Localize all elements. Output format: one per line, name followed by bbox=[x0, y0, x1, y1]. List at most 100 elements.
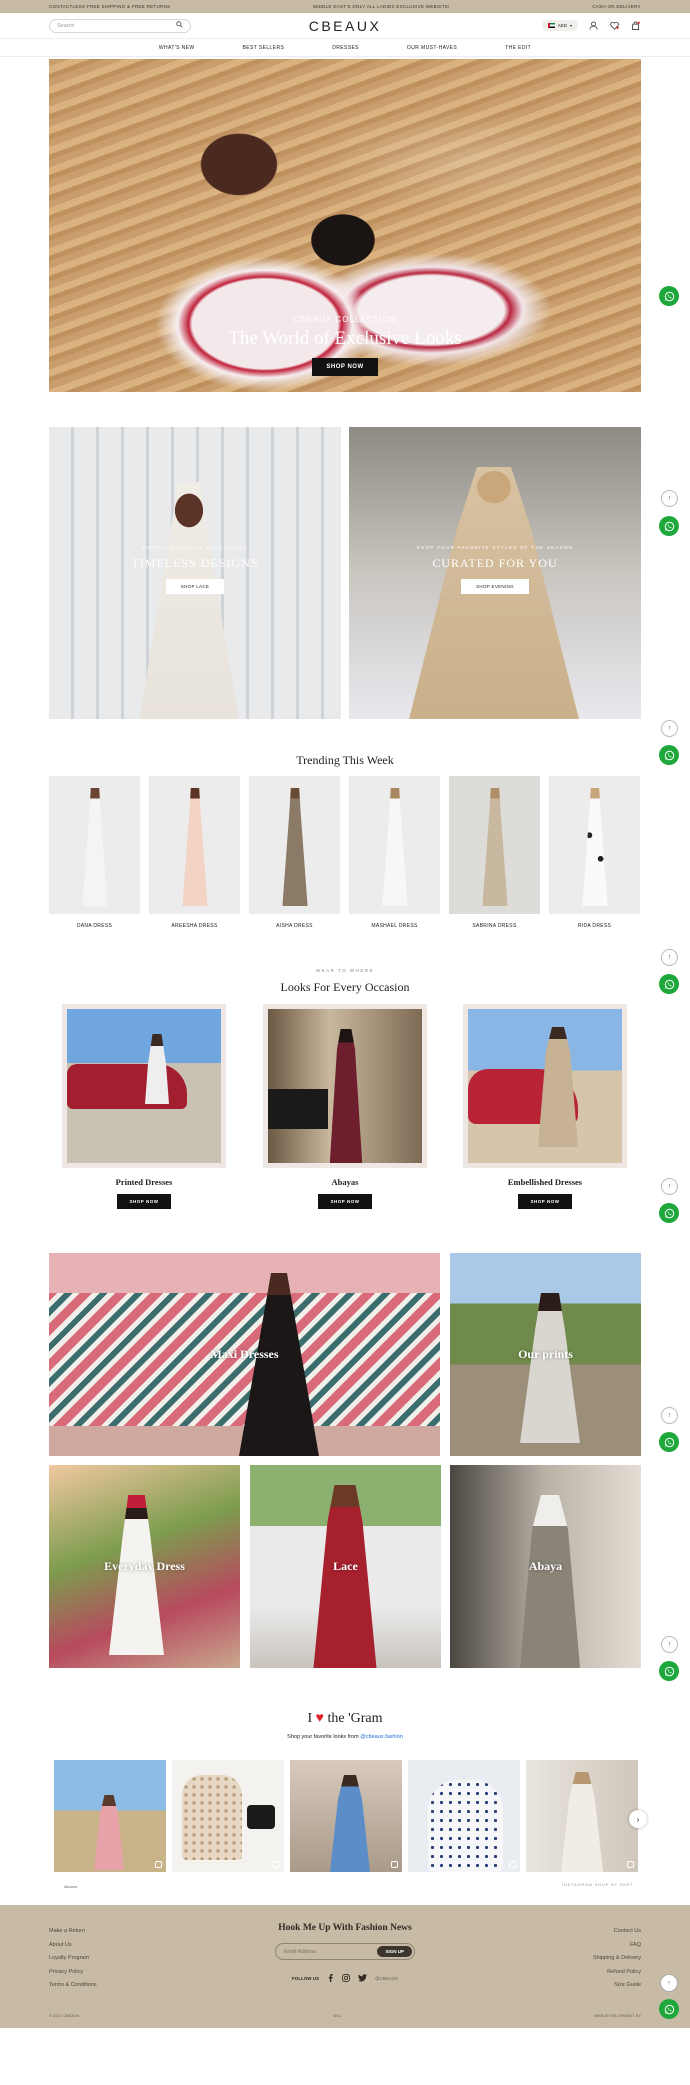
occasion-image[interactable] bbox=[67, 1009, 221, 1163]
user-icon[interactable] bbox=[588, 20, 599, 31]
bag-icon[interactable] bbox=[630, 20, 641, 31]
product-card[interactable]: SABRINA DRESS bbox=[449, 776, 540, 929]
hero-shop-now-button[interactable]: SHOP NOW bbox=[312, 358, 378, 376]
gram-title: I ♥ the 'Gram bbox=[0, 1711, 690, 1727]
occasion-name: Embellished Dresses bbox=[507, 1177, 583, 1187]
logo[interactable]: CBEAUX bbox=[309, 18, 382, 34]
product-image[interactable] bbox=[249, 776, 340, 914]
product-card[interactable]: RIDA DRESS bbox=[549, 776, 640, 929]
shop-now-button[interactable]: SHOP NOW bbox=[517, 1194, 573, 1209]
footer-middle: SKU bbox=[332, 2013, 341, 2018]
nav-item-best-sellers[interactable]: BEST SELLERS bbox=[243, 45, 285, 51]
category-label: Our prints bbox=[518, 1347, 573, 1361]
whatsapp-button[interactable] bbox=[659, 745, 679, 765]
occasion-card-printed[interactable]: Printed Dresses SHOP NOW bbox=[62, 1004, 226, 1209]
product-image[interactable] bbox=[549, 776, 640, 914]
footer-link[interactable]: Contact Us bbox=[593, 1925, 641, 1939]
scroll-top-button[interactable]: ↑ bbox=[660, 1974, 678, 1992]
category-abaya[interactable]: Abaya bbox=[450, 1465, 641, 1668]
product-image[interactable] bbox=[349, 776, 440, 914]
whatsapp-button[interactable] bbox=[659, 516, 679, 536]
email-field[interactable]: Email Address bbox=[284, 1949, 316, 1955]
occasion-card-abayas[interactable]: Abayas SHOP NOW bbox=[263, 1004, 427, 1209]
footer-link[interactable]: Size Guide bbox=[593, 1979, 641, 1993]
chevron-down-icon: ▾ bbox=[569, 23, 572, 28]
instagram-post[interactable] bbox=[172, 1760, 284, 1872]
product-name[interactable]: MASHAEL DRESS bbox=[349, 923, 440, 929]
copyright: © 2021 CBEAUX bbox=[49, 2013, 80, 2018]
facebook-icon[interactable] bbox=[327, 1974, 334, 1983]
hero-title: The World of Exclusive Looks bbox=[228, 328, 462, 349]
product-name[interactable]: SABRINA DRESS bbox=[449, 923, 540, 929]
instagram-post[interactable] bbox=[526, 1760, 638, 1872]
shop-now-button[interactable]: SHOP NOW bbox=[116, 1194, 172, 1209]
currency-selector[interactable]: AED ▾ bbox=[541, 20, 578, 31]
occasion-image[interactable] bbox=[268, 1009, 422, 1163]
nav-item-whats-new[interactable]: WHAT'S NEW bbox=[159, 45, 195, 51]
product-card[interactable]: AREESHA DRESS bbox=[149, 776, 240, 929]
arrow-up-icon: ↑ bbox=[667, 1412, 672, 1419]
whatsapp-button[interactable] bbox=[659, 1432, 679, 1452]
product-card[interactable]: DANA DRESS bbox=[49, 776, 140, 929]
search-icon[interactable] bbox=[176, 21, 183, 30]
occasion-name: Abayas bbox=[331, 1177, 359, 1187]
category-maxi-dresses[interactable]: Maxi Dresses bbox=[49, 1253, 440, 1456]
whatsapp-button[interactable] bbox=[659, 1661, 679, 1681]
whatsapp-button[interactable] bbox=[659, 1203, 679, 1223]
instagram-post[interactable] bbox=[290, 1760, 402, 1872]
scroll-top-button[interactable]: ↑ bbox=[661, 490, 678, 507]
scroll-top-button[interactable]: ↑ bbox=[661, 1636, 678, 1653]
scroll-top-button[interactable]: ↑ bbox=[661, 949, 678, 966]
shop-evening-button[interactable]: SHOP EVENING bbox=[461, 579, 529, 594]
category-our-prints[interactable]: Our prints bbox=[450, 1253, 641, 1456]
newsletter-section: Hook Me Up With Fashion News Email Addre… bbox=[0, 1923, 690, 1983]
promo-evening[interactable]: SHOP YOUR FAVORITE STYLES OF THE SEASON … bbox=[349, 427, 641, 719]
promo-lace[interactable]: SHOP THE CBEAUX LACE LOOKS TIMELESS DESI… bbox=[49, 427, 341, 719]
occasion-card-embellished[interactable]: Embellished Dresses SHOP NOW bbox=[463, 1004, 627, 1209]
product-image[interactable] bbox=[149, 776, 240, 914]
product-name[interactable]: DANA DRESS bbox=[49, 923, 140, 929]
instagram-handle-link[interactable]: @cbeaux.fashion bbox=[360, 1734, 403, 1740]
nav-item-dresses[interactable]: DRESSES bbox=[332, 45, 359, 51]
dev-credit[interactable]: WEB DEVELOPMENT BY bbox=[594, 2013, 641, 2018]
gram-albums-link[interactable]: Albums bbox=[64, 1884, 77, 1889]
search-placeholder: Search bbox=[57, 22, 75, 29]
whatsapp-button[interactable] bbox=[659, 286, 679, 306]
hero-banner[interactable]: CBEAUX COLLECTION The World of Exclusive… bbox=[49, 59, 641, 392]
carousel-next-button[interactable]: › bbox=[629, 1810, 647, 1828]
category-everyday-dress[interactable]: Everyday Dress bbox=[49, 1465, 240, 1668]
product-image[interactable] bbox=[49, 776, 140, 914]
scroll-top-button[interactable]: ↑ bbox=[661, 720, 678, 737]
footer-link[interactable]: Shipping & Delivery bbox=[593, 1952, 641, 1966]
heart-icon[interactable] bbox=[609, 20, 620, 31]
product-name[interactable]: AREESHA DRESS bbox=[149, 923, 240, 929]
signup-button[interactable]: SIGN UP bbox=[377, 1946, 412, 1957]
search-input[interactable]: Search bbox=[49, 18, 191, 33]
product-name[interactable]: RIDA DRESS bbox=[549, 923, 640, 929]
instagram-post[interactable] bbox=[54, 1760, 166, 1872]
product-card[interactable]: AISHA DRESS bbox=[249, 776, 340, 929]
whatsapp-button[interactable] bbox=[659, 1999, 679, 2019]
product-image[interactable] bbox=[449, 776, 540, 914]
nav-item-must-haves[interactable]: OUR MUST-HAVES bbox=[407, 45, 457, 51]
scroll-top-button[interactable]: ↑ bbox=[661, 1178, 678, 1195]
whatsapp-icon bbox=[664, 750, 674, 760]
shop-now-button[interactable]: SHOP NOW bbox=[317, 1194, 373, 1209]
site-header: Search CBEAUX AED ▾ bbox=[0, 13, 690, 38]
whatsapp-button[interactable] bbox=[659, 974, 679, 994]
shop-lace-button[interactable]: SHOP LACE bbox=[165, 579, 225, 594]
gram-credit: INSTAGRAM SHOP BY SNPT bbox=[562, 1882, 634, 1887]
occasion-image[interactable] bbox=[468, 1009, 622, 1163]
social-links: FOLLOW US @CBEAUX bbox=[0, 1974, 690, 1983]
category-lace[interactable]: Lace bbox=[250, 1465, 441, 1668]
footer-link[interactable]: Refund Policy bbox=[593, 1966, 641, 1980]
instagram-post[interactable] bbox=[408, 1760, 520, 1872]
nav-item-the-edit[interactable]: THE EDIT bbox=[505, 45, 531, 51]
scroll-top-button[interactable]: ↑ bbox=[661, 1407, 678, 1424]
twitter-icon[interactable] bbox=[357, 1974, 367, 1983]
trending-title: Trending This Week bbox=[296, 753, 394, 767]
footer-link[interactable]: FAQ bbox=[593, 1939, 641, 1953]
product-card[interactable]: MASHAEL DRESS bbox=[349, 776, 440, 929]
instagram-icon[interactable] bbox=[342, 1974, 350, 1983]
product-name[interactable]: AISHA DRESS bbox=[249, 923, 340, 929]
